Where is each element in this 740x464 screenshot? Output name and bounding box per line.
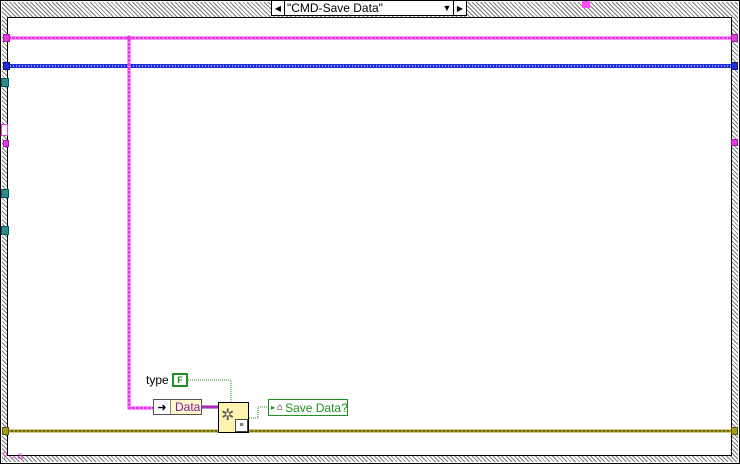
case-increment-button[interactable]: ▶ xyxy=(453,1,466,15)
cluster-branch-wire[interactable] xyxy=(126,35,154,410)
chevron-down-icon[interactable]: ▼ xyxy=(441,3,453,13)
cluster-tunnel-right[interactable] xyxy=(731,139,738,146)
error-terminal-label: ?→a xyxy=(2,451,24,462)
reference-tunnel-right[interactable] xyxy=(731,62,738,70)
tunnel-left-1[interactable] xyxy=(1,78,9,87)
gear-icon: ✲ xyxy=(221,407,235,424)
tunnel-left-3[interactable] xyxy=(1,226,9,235)
variant-tunnel-left[interactable] xyxy=(1,124,8,136)
variant-to-data-node[interactable]: ✲ ≡ xyxy=(218,402,249,433)
save-data-indicator[interactable]: ▸ ⌂ Save Data? xyxy=(268,399,348,416)
case-decrement-button[interactable]: ◀ xyxy=(272,1,285,15)
boolean-constant[interactable]: F xyxy=(172,373,188,387)
cluster-tunnel-left[interactable] xyxy=(3,140,9,147)
reference-tunnel-left[interactable] xyxy=(3,62,10,70)
wires-layer xyxy=(7,35,733,433)
case-selector[interactable]: ◀ "CMD-Save Data" ▼ ▶ xyxy=(271,0,467,16)
tunnel-left-2[interactable] xyxy=(1,189,9,198)
case-selector-label[interactable]: "CMD-Save Data" xyxy=(285,1,441,15)
type-label: type xyxy=(146,373,169,387)
save-data-label: Save Data? xyxy=(285,400,348,415)
cluster-shift-register-right[interactable] xyxy=(731,34,738,42)
home-icon: ⌂ xyxy=(277,402,284,413)
cluster-shift-register-left[interactable] xyxy=(3,34,10,42)
error-tunnel-right[interactable] xyxy=(731,427,738,435)
data-label: Data xyxy=(175,400,201,414)
error-tunnel-left[interactable] xyxy=(2,427,9,435)
top-tunnel[interactable] xyxy=(582,1,590,8)
block-diagram: ◀ "CMD-Save Data" ▼ ▶ type F ➜ Data ✲ ≡ … xyxy=(0,0,740,464)
boolean-wire[interactable] xyxy=(249,406,268,419)
document-icon: ≡ xyxy=(235,419,248,432)
arrow-right-icon: ➜ xyxy=(154,400,171,414)
arrow-right-icon: ▸ xyxy=(271,403,276,412)
data-unbundle-terminal[interactable]: ➜ Data xyxy=(153,399,202,415)
